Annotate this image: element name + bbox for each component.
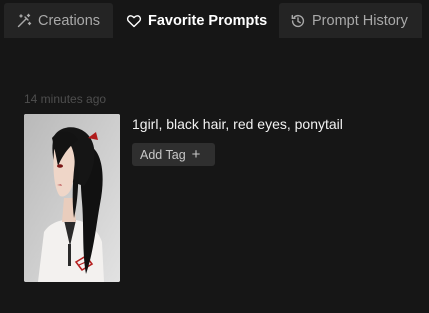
heart-icon bbox=[126, 13, 142, 29]
plus-icon: + bbox=[191, 146, 201, 163]
add-tag-label: Add Tag bbox=[140, 147, 186, 162]
tab-bar: Creations Favorite Prompts Prompt Histor… bbox=[0, 0, 429, 40]
magic-wand-icon bbox=[16, 13, 32, 29]
add-tag-button[interactable]: Add Tag + bbox=[132, 143, 215, 166]
favorite-timestamp: 14 minutes ago bbox=[24, 92, 107, 106]
tab-prompt-history-label: Prompt History bbox=[312, 12, 408, 29]
favorite-image[interactable] bbox=[24, 114, 120, 282]
favorite-prompt-text: 1girl, black hair, red eyes, ponytail bbox=[132, 116, 343, 132]
tab-creations-label: Creations bbox=[38, 12, 101, 29]
tab-favorite-prompts[interactable]: Favorite Prompts bbox=[115, 3, 277, 38]
history-icon bbox=[290, 13, 306, 29]
tab-prompt-history[interactable]: Prompt History bbox=[279, 3, 422, 38]
tab-favorite-prompts-label: Favorite Prompts bbox=[148, 12, 268, 29]
tab-creations[interactable]: Creations bbox=[4, 3, 113, 38]
